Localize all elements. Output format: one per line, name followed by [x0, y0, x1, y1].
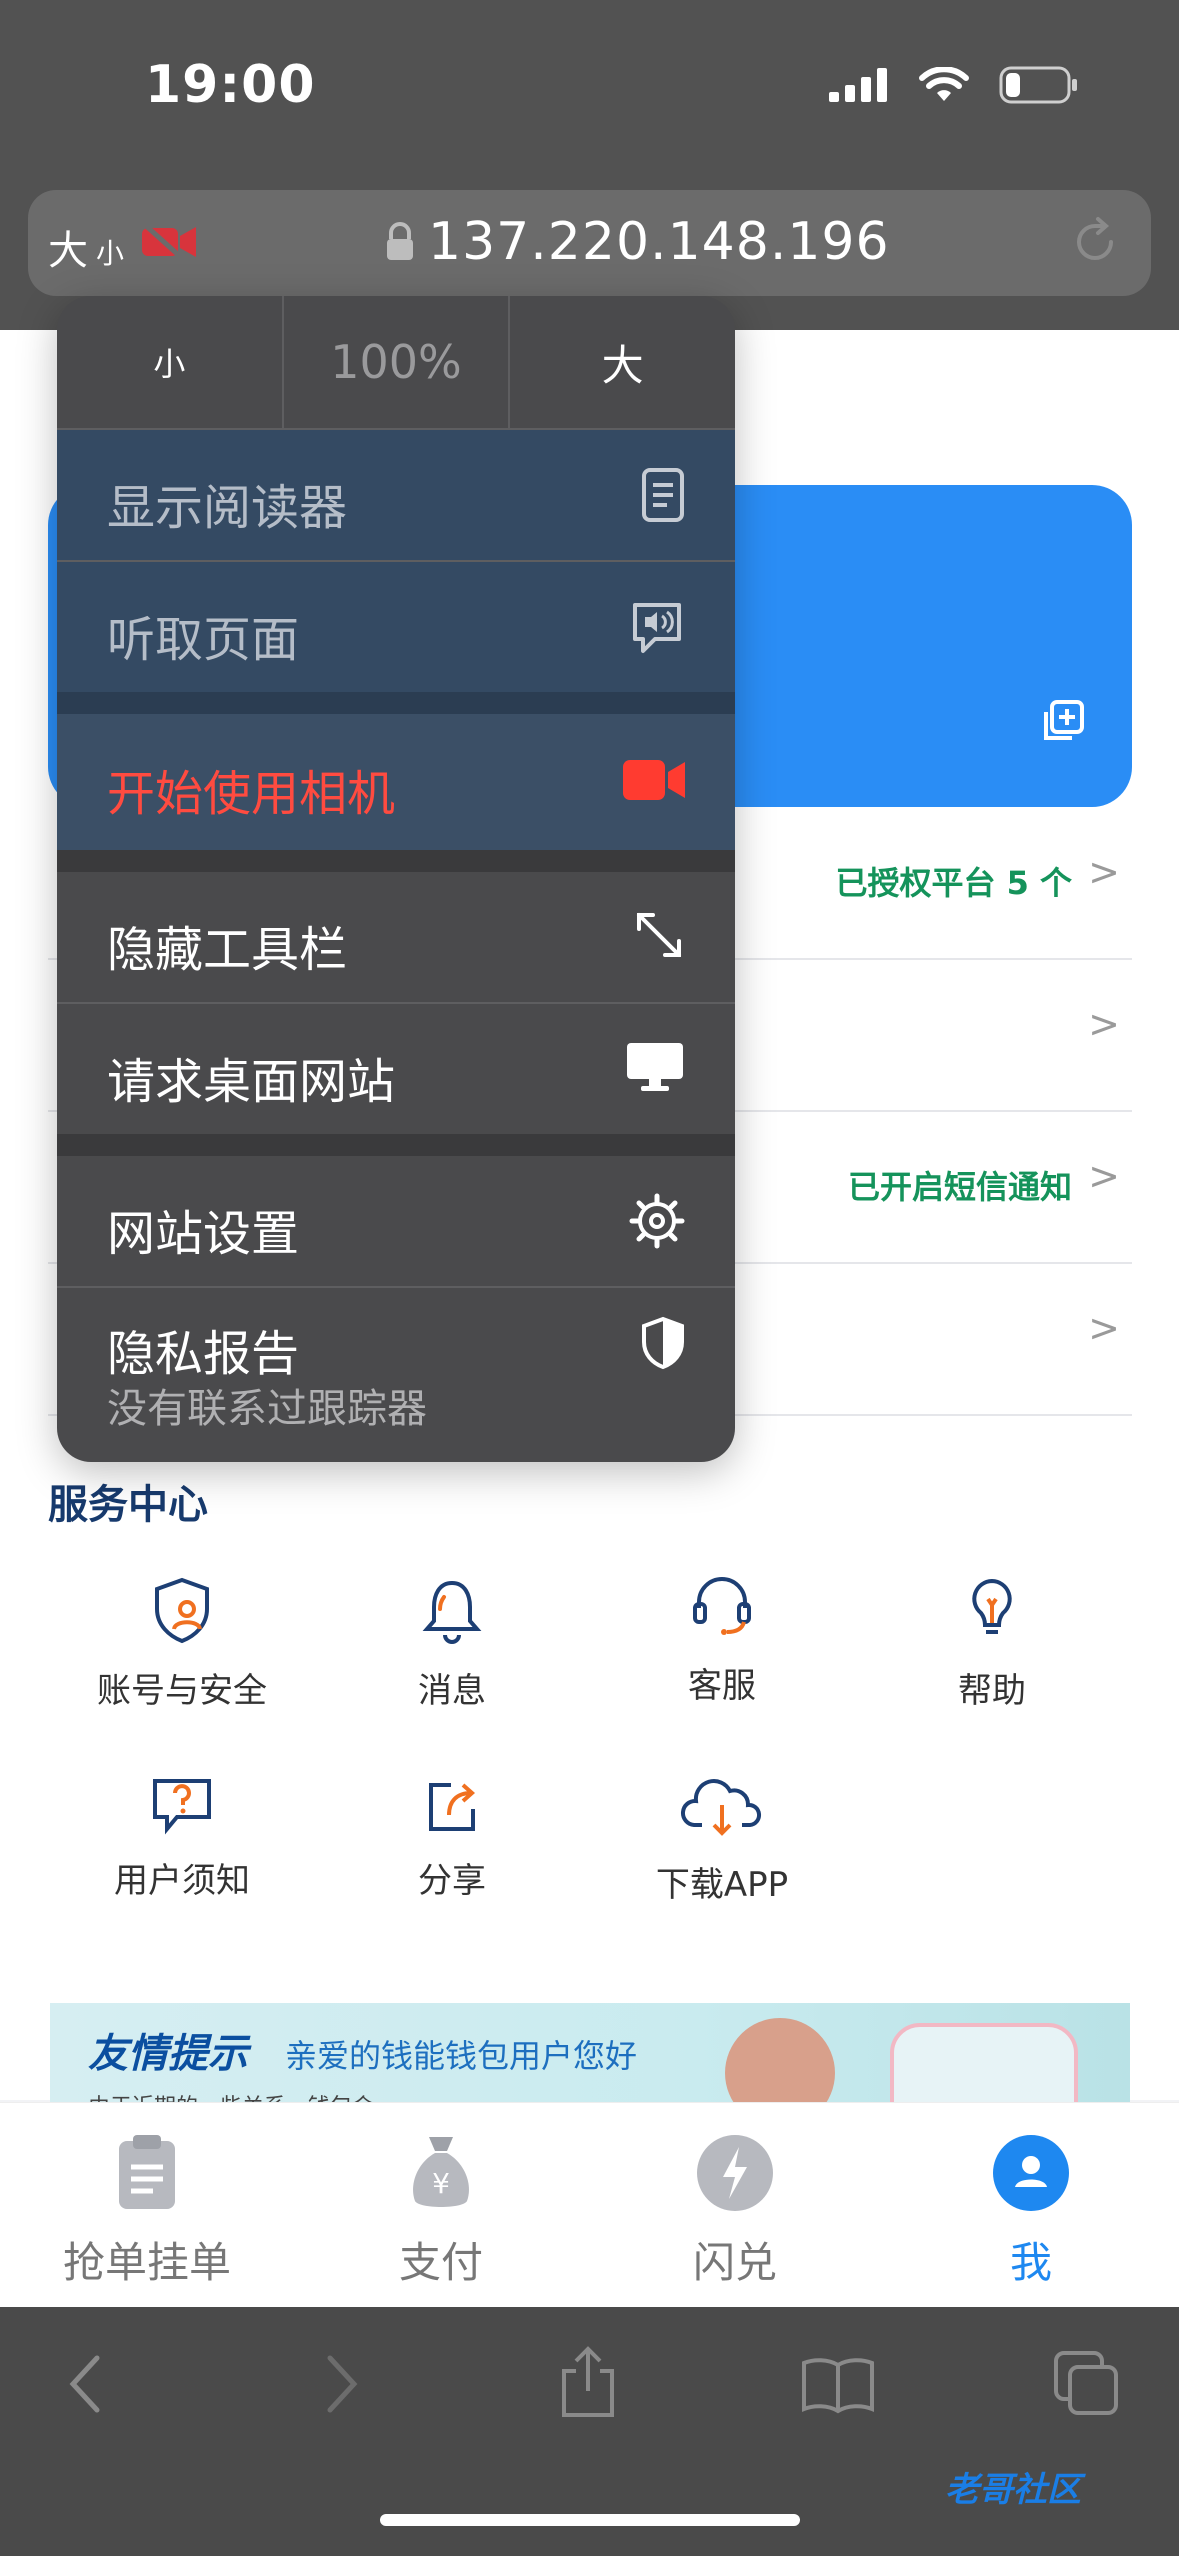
menu-item-hide-toolbar[interactable]: 隐藏工具栏 — [57, 872, 735, 1002]
signal-icon — [829, 68, 887, 102]
url-text[interactable]: 137.220.148.196 — [428, 212, 890, 272]
back-icon[interactable] — [65, 2352, 105, 2416]
speaker-icon — [633, 603, 681, 653]
menu-item-label: 网站设置 — [107, 1206, 300, 1262]
chevron-right-icon: > — [1088, 1154, 1120, 1198]
camera-icon — [623, 760, 685, 800]
address-bar[interactable]: 大 小 137.220.148.196 — [28, 190, 1151, 296]
service-item-customer-service[interactable]: 客服 — [592, 1570, 852, 1707]
menu-item-show-reader[interactable]: 显示阅读器 — [57, 430, 735, 560]
gear-icon — [629, 1193, 685, 1249]
page-settings-small-label: 小 — [96, 237, 125, 270]
tabs-icon[interactable] — [1052, 2349, 1122, 2419]
chevron-right-icon: > — [1088, 850, 1120, 894]
camera-recording-icon — [142, 222, 196, 262]
zoom-controls: 小 100% 大 — [57, 296, 735, 430]
menu-item-listen-page[interactable]: 听取页面 — [57, 562, 735, 692]
menu-item-label: 显示阅读器 — [107, 480, 348, 536]
reader-icon — [642, 468, 684, 522]
tab-label: 我 — [1009, 2238, 1052, 2287]
watermark: 老哥社区 — [945, 2470, 1081, 2510]
service-item-label: 帮助 — [958, 1671, 1026, 1711]
copy-add-icon[interactable] — [1040, 700, 1084, 744]
expand-arrows-icon — [637, 913, 681, 957]
zoom-in-button[interactable]: 大 — [508, 296, 735, 428]
service-item-help[interactable]: 帮助 — [862, 1575, 1122, 1712]
lightbulb-icon — [972, 1578, 1012, 1634]
status-time: 19:00 — [145, 55, 316, 115]
cloud-download-icon — [681, 1779, 761, 1836]
menu-item-label: 开始使用相机 — [107, 766, 396, 822]
bell-icon — [422, 1580, 482, 1644]
app-tab-bar: 抢单挂单 ¥ 支付 闪兑 我 — [0, 2102, 1179, 2308]
menu-item-website-settings[interactable]: 网站设置 — [57, 1156, 735, 1286]
battery-icon — [999, 66, 1077, 104]
service-item-messages[interactable]: 消息 — [322, 1575, 582, 1712]
share-icon — [429, 1783, 476, 1831]
banner-title: 友情提示 — [88, 2031, 248, 2077]
clipboard-icon — [119, 2135, 175, 2209]
home-indicator — [380, 2514, 800, 2526]
menu-group-gap — [57, 692, 735, 714]
service-item-label: 消息 — [418, 1671, 486, 1711]
tab-me[interactable]: 我 — [926, 2133, 1136, 2290]
menu-group-gap — [57, 850, 735, 872]
svg-text:¥: ¥ — [432, 2167, 450, 2200]
tab-label: 支付 — [398, 2238, 483, 2287]
service-center-title: 服务中心 — [48, 1482, 208, 1528]
status-icons — [829, 60, 1079, 110]
service-item-share[interactable]: 分享 — [322, 1775, 582, 1902]
menu-item-request-desktop[interactable]: 请求桌面网站 — [57, 1004, 735, 1134]
banner-subtitle: 亲爱的钱能钱包用户您好 — [285, 2037, 638, 2075]
service-item-account-security[interactable]: 账号与安全 — [52, 1575, 312, 1712]
service-item-label: 分享 — [418, 1861, 486, 1901]
lock-icon — [387, 222, 413, 260]
chevron-right-icon: > — [1088, 1306, 1120, 1350]
menu-item-start-camera[interactable]: 开始使用相机 — [57, 714, 735, 850]
shield-icon — [642, 1316, 684, 1370]
menu-item-label: 隐私报告 — [107, 1326, 300, 1382]
zoom-out-button[interactable]: 小 — [57, 296, 282, 428]
menu-item-label: 听取页面 — [107, 612, 300, 668]
money-bag-icon: ¥ — [413, 2137, 469, 2207]
chevron-right-icon: > — [1088, 1002, 1120, 1046]
user-icon — [993, 2135, 1069, 2211]
browser-top-chrome: 19:00 大 小 137.220.148.196 — [0, 0, 1179, 330]
account-security-icon — [155, 1577, 209, 1644]
bookmarks-icon[interactable] — [800, 2355, 876, 2415]
service-item-label: 账号与安全 — [97, 1671, 267, 1711]
tab-orders[interactable]: 抢单挂单 — [42, 2133, 252, 2290]
service-item-label: 客服 — [688, 1666, 756, 1706]
notice-banner[interactable]: 友情提示 亲爱的钱能钱包用户您好 由于近期的一些关系，钱包会 — [50, 2003, 1130, 2118]
page-settings-button[interactable]: 大 — [48, 218, 88, 276]
lightning-icon — [697, 2135, 773, 2211]
headset-icon — [693, 1577, 751, 1635]
wifi-icon — [919, 67, 969, 101]
service-item-user-notice[interactable]: 用户须知 — [52, 1775, 312, 1902]
zoom-level[interactable]: 100% — [281, 296, 509, 428]
desktop-icon — [627, 1043, 683, 1091]
forward-icon[interactable] — [322, 2352, 362, 2416]
tab-pay[interactable]: ¥ 支付 — [336, 2133, 546, 2290]
row-value: 已授权平台 5 个 — [835, 864, 1072, 902]
tab-label: 闪兑 — [692, 2238, 777, 2287]
service-item-label: 下载APP — [655, 1865, 789, 1905]
menu-item-subtitle: 没有联系过跟踪器 — [107, 1386, 427, 1432]
service-item-label: 用户须知 — [114, 1861, 250, 1901]
question-bubble-icon — [153, 1779, 211, 1835]
menu-item-label: 请求桌面网站 — [107, 1054, 396, 1110]
tab-flash-exchange[interactable]: 闪兑 — [630, 2133, 840, 2290]
service-item-download-app[interactable]: 下载APP — [592, 1775, 852, 1906]
menu-item-privacy-report[interactable]: 隐私报告 没有联系过跟踪器 — [57, 1288, 735, 1462]
menu-item-label: 隐藏工具栏 — [107, 922, 348, 978]
share-sheet-icon[interactable] — [556, 2345, 620, 2419]
tab-label: 抢单挂单 — [62, 2238, 231, 2287]
row-value: 已开启短信通知 — [847, 1168, 1072, 1206]
page-menu-popover: 小 100% 大 显示阅读器 听取页面 开始使用相机 隐藏工具栏 请求桌面网站 … — [57, 296, 735, 1462]
reload-icon[interactable] — [1067, 214, 1123, 270]
menu-group-gap — [57, 1134, 735, 1156]
